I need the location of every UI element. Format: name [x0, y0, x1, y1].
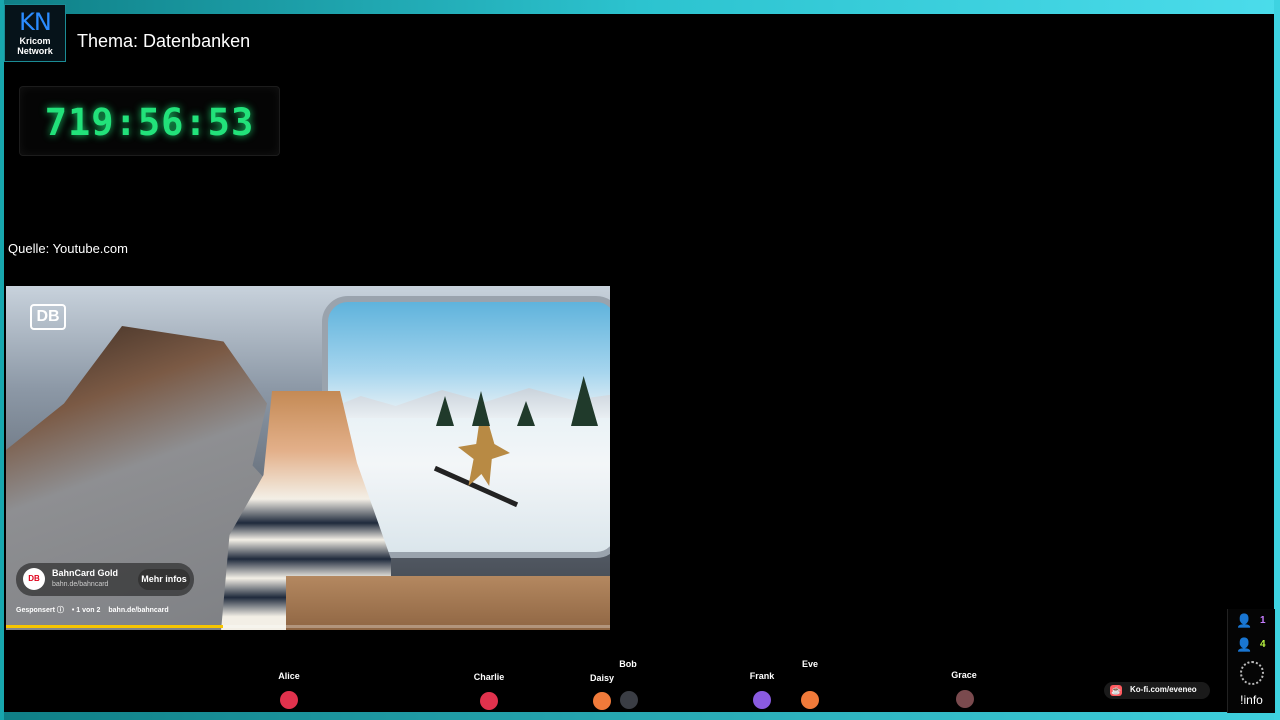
logo-line2: Network	[17, 46, 53, 56]
bottom-border	[0, 712, 1280, 720]
ad-position: • 1 von 2	[71, 607, 101, 614]
info-command[interactable]: !info	[1228, 693, 1275, 707]
participant-avatar[interactable]	[801, 691, 819, 709]
video-player[interactable]: DB DB BahnCard Gold bahn.de/bahncard Meh…	[6, 286, 610, 630]
timer-value: 719:56:53	[44, 101, 255, 144]
ad-meta-url[interactable]: bahn.de/bahncard	[108, 607, 168, 614]
participant-name: Eve	[801, 659, 819, 669]
participant-name: Alice	[278, 671, 300, 681]
kofi-link[interactable]: ☕ Ko-fi.com/eveneo	[1104, 682, 1210, 699]
table	[286, 576, 610, 630]
ad-title: BahnCard Gold	[52, 568, 119, 578]
ad-meta: Gesponsert ⓘ • 1 von 2 bahn.de/bahncard	[16, 605, 177, 615]
cup-icon: ☕	[1110, 685, 1122, 696]
participant-name: Frank	[749, 671, 775, 681]
logo-initials: KN	[19, 8, 52, 36]
participant-name: Charlie	[473, 672, 505, 682]
kofi-label: Ko-fi.com/eveneo	[1130, 685, 1197, 694]
followers-count: 4	[1260, 639, 1266, 650]
left-border	[0, 0, 4, 720]
participant-name: Daisy	[589, 673, 615, 683]
participant-name: Bob	[619, 659, 637, 669]
topic-title: Thema: Datenbanken	[77, 31, 251, 51]
participant-avatar[interactable]	[280, 691, 298, 709]
db-logo: DB	[30, 304, 66, 330]
source-label: Quelle: Youtube.com	[8, 241, 128, 256]
ad-card[interactable]: DB BahnCard Gold bahn.de/bahncard Mehr i…	[16, 563, 194, 596]
person-icon: 👤	[1236, 613, 1253, 628]
logo-line1: Kricom	[19, 36, 51, 46]
participant-avatar[interactable]	[956, 690, 974, 708]
virus-icon	[1240, 661, 1264, 685]
ad-brand-icon: DB	[23, 568, 45, 590]
progress-fill	[6, 625, 224, 628]
top-border	[0, 0, 1280, 14]
sponsored-label: Gesponsert ⓘ	[16, 607, 64, 614]
participant-avatar[interactable]	[753, 691, 771, 709]
viewers-count: 1	[1260, 615, 1266, 626]
kricom-network-logo: KN Kricom Network	[4, 4, 66, 62]
countdown-timer: 719:56:53	[19, 86, 280, 156]
participant-name: Grace	[951, 670, 977, 680]
stream-stats: 👤 1 👤 4 !info	[1227, 609, 1275, 713]
participant-avatar[interactable]	[593, 692, 611, 710]
ad-url: bahn.de/bahncard	[52, 581, 109, 588]
person-icon: 👤	[1236, 637, 1253, 652]
participant-avatar[interactable]	[480, 692, 498, 710]
participant-avatar[interactable]	[620, 691, 638, 709]
more-info-button[interactable]: Mehr infos	[138, 569, 190, 590]
